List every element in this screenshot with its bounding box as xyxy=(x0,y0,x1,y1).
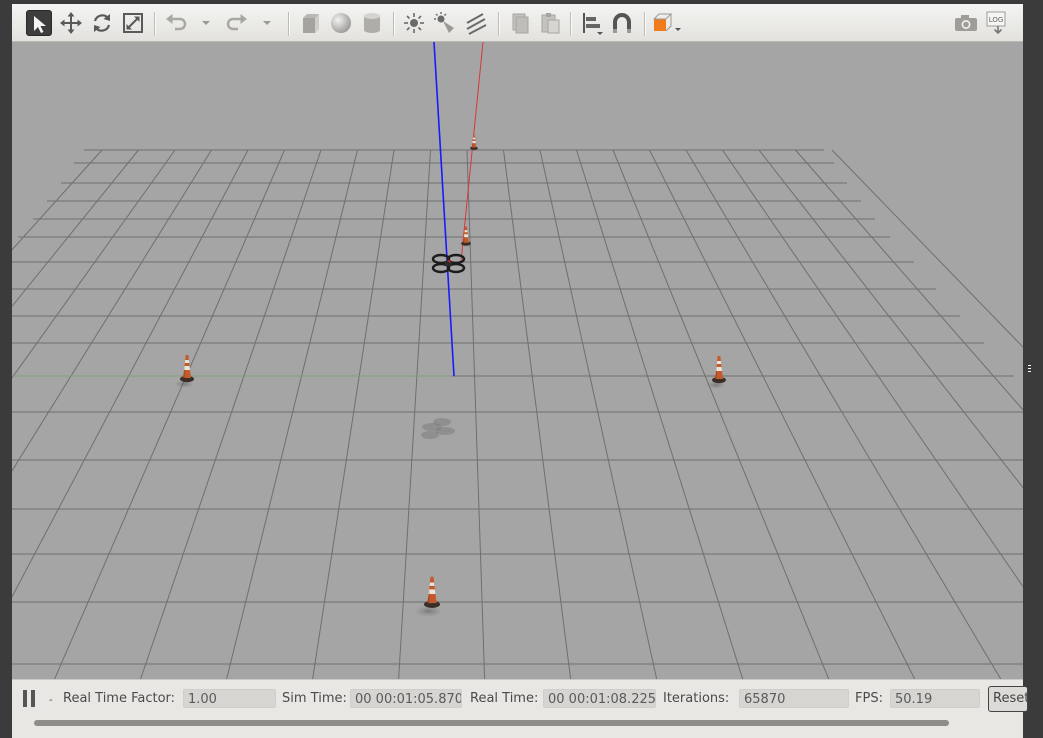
traffic-cone[interactable] xyxy=(706,356,726,389)
grid-column-line xyxy=(12,149,212,472)
rotate-icon[interactable] xyxy=(89,10,115,36)
traffic-cone[interactable] xyxy=(469,134,479,151)
log-icon-text: LOG xyxy=(989,16,1004,24)
ground-grid xyxy=(12,149,1023,679)
grid-column-line xyxy=(649,149,916,679)
grid-column-line xyxy=(576,149,744,679)
screenshot-camera-icon[interactable] xyxy=(953,10,979,36)
x-axis-line xyxy=(460,42,484,263)
pause-button[interactable] xyxy=(22,690,38,708)
grid-column-line xyxy=(466,149,486,679)
grid-column-line xyxy=(539,149,658,679)
align-icon[interactable] xyxy=(579,10,605,36)
redo-dropdown-icon[interactable] xyxy=(262,10,272,36)
iterations-label: Iterations: xyxy=(663,691,730,706)
quadrotor-drone[interactable] xyxy=(431,253,466,274)
select-arrow-icon[interactable] xyxy=(26,10,52,36)
scene-viewport[interactable] xyxy=(12,42,1023,679)
grid-column-line xyxy=(12,149,103,251)
copy-icon[interactable] xyxy=(506,10,532,36)
traffic-cone[interactable] xyxy=(174,355,194,388)
sim-time-field: 00 00:01:05.870 xyxy=(350,689,462,708)
cylinder-shape-icon[interactable] xyxy=(359,10,385,36)
grid-column-line xyxy=(503,149,572,679)
step-button[interactable]: - xyxy=(49,692,53,710)
fps-field: 50.19 xyxy=(890,689,980,708)
traffic-cone[interactable] xyxy=(414,576,443,617)
grid-column-line xyxy=(722,149,1023,588)
undo-dropdown-icon[interactable] xyxy=(201,10,211,36)
grid-column-line xyxy=(140,149,322,679)
view-angle-icon[interactable] xyxy=(651,10,685,36)
spot-light-icon[interactable] xyxy=(432,10,458,36)
grid-column-line xyxy=(831,149,1023,348)
sim-time-label: Sim Time: xyxy=(282,691,347,706)
sphere-shape-icon[interactable] xyxy=(328,10,354,36)
grid-column-line xyxy=(758,149,1023,489)
log-icon[interactable]: LOG xyxy=(984,10,1010,36)
point-light-icon[interactable] xyxy=(401,10,427,36)
snap-icon[interactable] xyxy=(609,10,635,36)
grid-column-line xyxy=(398,149,431,679)
redo-icon[interactable] xyxy=(224,10,250,36)
scene-render[interactable] xyxy=(12,42,1023,679)
undo-icon[interactable] xyxy=(163,10,189,36)
simulation-status-bar: - Real Time Factor: 1.00 Sim Time: 00 00… xyxy=(12,679,1028,738)
grid-column-line xyxy=(226,149,358,679)
real-time-label: Real Time: xyxy=(470,691,539,706)
real-time-field: 00 00:01:08.225 xyxy=(543,689,656,708)
box-shape-icon[interactable] xyxy=(298,10,324,36)
grid-column-line xyxy=(612,149,830,679)
iterations-field: 65870 xyxy=(739,689,849,708)
right-panel-handle[interactable] xyxy=(1027,363,1033,375)
real-time-factor-field: 1.00 xyxy=(183,689,276,708)
grid-column-line xyxy=(312,149,395,679)
toolbar: LOG xyxy=(12,4,1023,42)
grid-column-line xyxy=(12,149,176,379)
scale-icon[interactable] xyxy=(120,10,146,36)
fps-label: FPS: xyxy=(855,691,883,706)
reset-button[interactable]: Reset xyxy=(988,686,1028,712)
grid-column-line xyxy=(54,149,285,679)
paste-icon[interactable] xyxy=(537,10,563,36)
real-time-factor-label: Real Time Factor: xyxy=(63,691,176,706)
drone-shadow xyxy=(421,418,455,439)
translate-icon[interactable] xyxy=(58,10,84,36)
grid-column-line xyxy=(685,149,1002,679)
z-axis-line xyxy=(433,42,455,377)
horizontal-scrollbar[interactable] xyxy=(34,720,949,726)
directional-light-icon[interactable] xyxy=(463,10,489,36)
